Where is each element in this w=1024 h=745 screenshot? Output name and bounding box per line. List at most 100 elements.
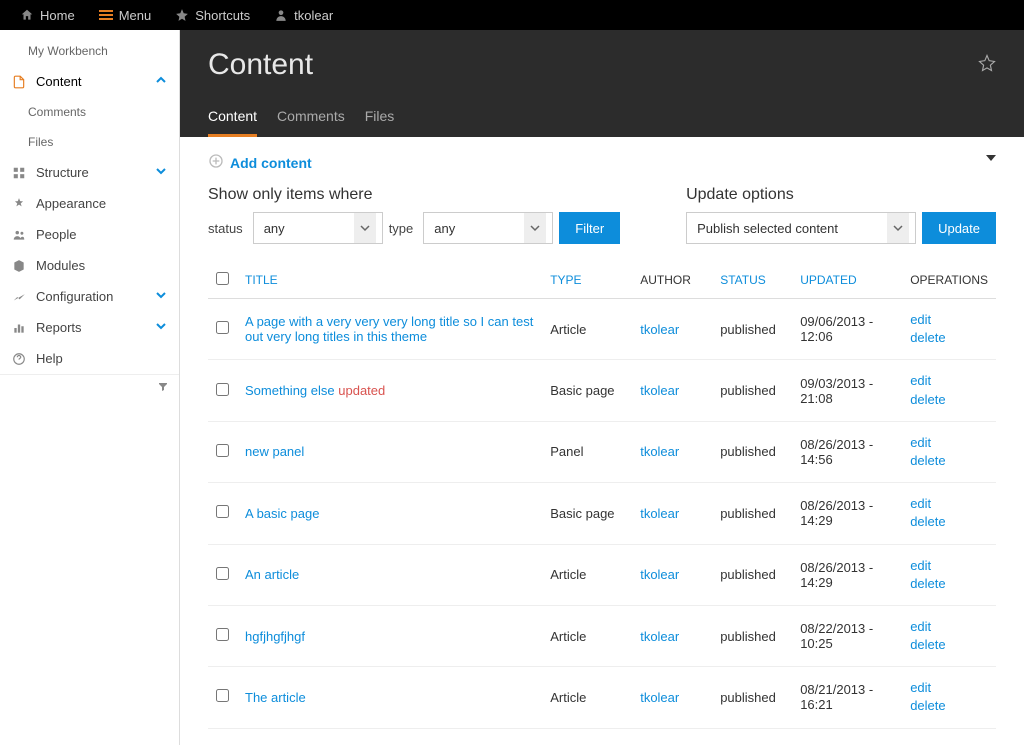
row-delete-link[interactable]: delete (910, 513, 988, 531)
sidebar-item-label: Reports (36, 320, 82, 335)
row-edit-link[interactable]: edit (910, 311, 988, 329)
sidebar-item-my-workbench[interactable]: My Workbench (0, 36, 179, 66)
sidebar-item-label: Content (36, 74, 82, 89)
tab-content[interactable]: Content (208, 98, 257, 137)
collapse-toggle[interactable] (986, 151, 996, 166)
tab-files[interactable]: Files (365, 98, 395, 137)
sidebar-item-structure[interactable]: Structure (0, 157, 179, 188)
row-type: Article (542, 299, 632, 360)
row-title-link[interactable]: new panel (245, 444, 304, 459)
row-title-link[interactable]: hgfjhgfjhgf (245, 629, 305, 644)
sidebar-item-label: Configuration (36, 289, 113, 304)
sidebar-item-help[interactable]: Help (0, 343, 179, 374)
sidebar-item-content[interactable]: Content (0, 66, 179, 97)
content-table: TITLE TYPE AUTHOR STATUS UPDATED OPERATI… (208, 262, 996, 729)
sidebar-item-reports[interactable]: Reports (0, 312, 179, 343)
col-title[interactable]: TITLE (237, 262, 542, 299)
update-action-value: Publish selected content (697, 221, 838, 236)
row-checkbox[interactable] (216, 383, 229, 396)
col-author: AUTHOR (632, 262, 712, 299)
filter-button[interactable]: Filter (559, 212, 620, 244)
chevron-down-icon (155, 289, 167, 304)
sidebar-item-modules[interactable]: Modules (0, 250, 179, 281)
chevron-down-icon (155, 320, 167, 335)
tab-comments[interactable]: Comments (277, 98, 345, 137)
col-updated[interactable]: UPDATED (792, 262, 902, 299)
favorite-button[interactable] (978, 54, 996, 75)
row-author-link[interactable]: tkolear (640, 383, 679, 398)
sidebar-item-label: Files (28, 135, 53, 149)
row-author-link[interactable]: tkolear (640, 629, 679, 644)
row-author-link[interactable]: tkolear (640, 444, 679, 459)
row-delete-link[interactable]: delete (910, 697, 988, 715)
row-author-link[interactable]: tkolear (640, 567, 679, 582)
col-status[interactable]: STATUS (712, 262, 792, 299)
modules-icon (12, 259, 28, 273)
type-select[interactable]: any (423, 212, 553, 244)
file-icon (12, 75, 28, 89)
toolbar-shortcuts-label: Shortcuts (195, 8, 250, 23)
sidebar-item-configuration[interactable]: Configuration (0, 281, 179, 312)
status-select[interactable]: any (253, 212, 383, 244)
toolbar-shortcuts[interactable]: Shortcuts (163, 0, 262, 30)
config-icon (12, 290, 28, 304)
row-status: published (712, 667, 792, 728)
row-status: published (712, 421, 792, 482)
chevron-up-icon (155, 74, 167, 89)
row-author-link[interactable]: tkolear (640, 322, 679, 337)
row-delete-link[interactable]: delete (910, 452, 988, 470)
toolbar-menu[interactable]: Menu (87, 0, 164, 30)
sidebar-item-label: People (36, 227, 76, 242)
row-edit-link[interactable]: edit (910, 557, 988, 575)
table-row: A page with a very very very long title … (208, 299, 996, 360)
row-delete-link[interactable]: delete (910, 391, 988, 409)
row-checkbox[interactable] (216, 689, 229, 702)
row-edit-link[interactable]: edit (910, 679, 988, 697)
sidebar-item-label: Help (36, 351, 63, 366)
add-content-link[interactable]: Add content (208, 153, 996, 172)
sidebar-collapse[interactable] (0, 374, 179, 402)
row-checkbox[interactable] (216, 321, 229, 334)
row-edit-link[interactable]: edit (910, 372, 988, 390)
col-type[interactable]: TYPE (542, 262, 632, 299)
sidebar-item-appearance[interactable]: Appearance (0, 188, 179, 219)
sidebar-item-files[interactable]: Files (0, 127, 179, 157)
update-action-select[interactable]: Publish selected content (686, 212, 916, 244)
chevron-down-icon (155, 165, 167, 180)
toolbar-home[interactable]: Home (8, 0, 87, 30)
sidebar-item-people[interactable]: People (0, 219, 179, 250)
row-title-link[interactable]: Something else (245, 383, 335, 398)
row-checkbox[interactable] (216, 444, 229, 457)
sidebar-item-label: My Workbench (28, 44, 108, 58)
row-author-link[interactable]: tkolear (640, 506, 679, 521)
row-edit-link[interactable]: edit (910, 618, 988, 636)
row-delete-link[interactable]: delete (910, 636, 988, 654)
row-author-link[interactable]: tkolear (640, 690, 679, 705)
row-title-link[interactable]: The article (245, 690, 306, 705)
page-header: Content ContentCommentsFiles (180, 30, 1024, 137)
row-updated: 08/26/2013 - 14:29 (792, 483, 902, 544)
status-select-value: any (264, 221, 285, 236)
row-edit-link[interactable]: edit (910, 434, 988, 452)
row-status: published (712, 360, 792, 421)
row-delete-link[interactable]: delete (910, 329, 988, 347)
appearance-icon (12, 197, 28, 211)
select-all-checkbox[interactable] (216, 272, 229, 285)
row-delete-link[interactable]: delete (910, 575, 988, 593)
type-select-value: any (434, 221, 455, 236)
toolbar-user[interactable]: tkolear (262, 0, 345, 30)
update-button[interactable]: Update (922, 212, 996, 244)
row-checkbox[interactable] (216, 567, 229, 580)
row-checkbox[interactable] (216, 505, 229, 518)
row-edit-link[interactable]: edit (910, 495, 988, 513)
row-title-link[interactable]: A page with a very very very long title … (245, 314, 533, 344)
toolbar-user-label: tkolear (294, 8, 333, 23)
col-operations: OPERATIONS (902, 262, 996, 299)
row-title-link[interactable]: An article (245, 567, 299, 582)
row-checkbox[interactable] (216, 628, 229, 641)
row-title-link[interactable]: A basic page (245, 506, 319, 521)
toolbar-home-label: Home (40, 8, 75, 23)
sidebar-item-label: Comments (28, 105, 86, 119)
toolbar-menu-label: Menu (119, 8, 152, 23)
sidebar-item-comments[interactable]: Comments (0, 97, 179, 127)
